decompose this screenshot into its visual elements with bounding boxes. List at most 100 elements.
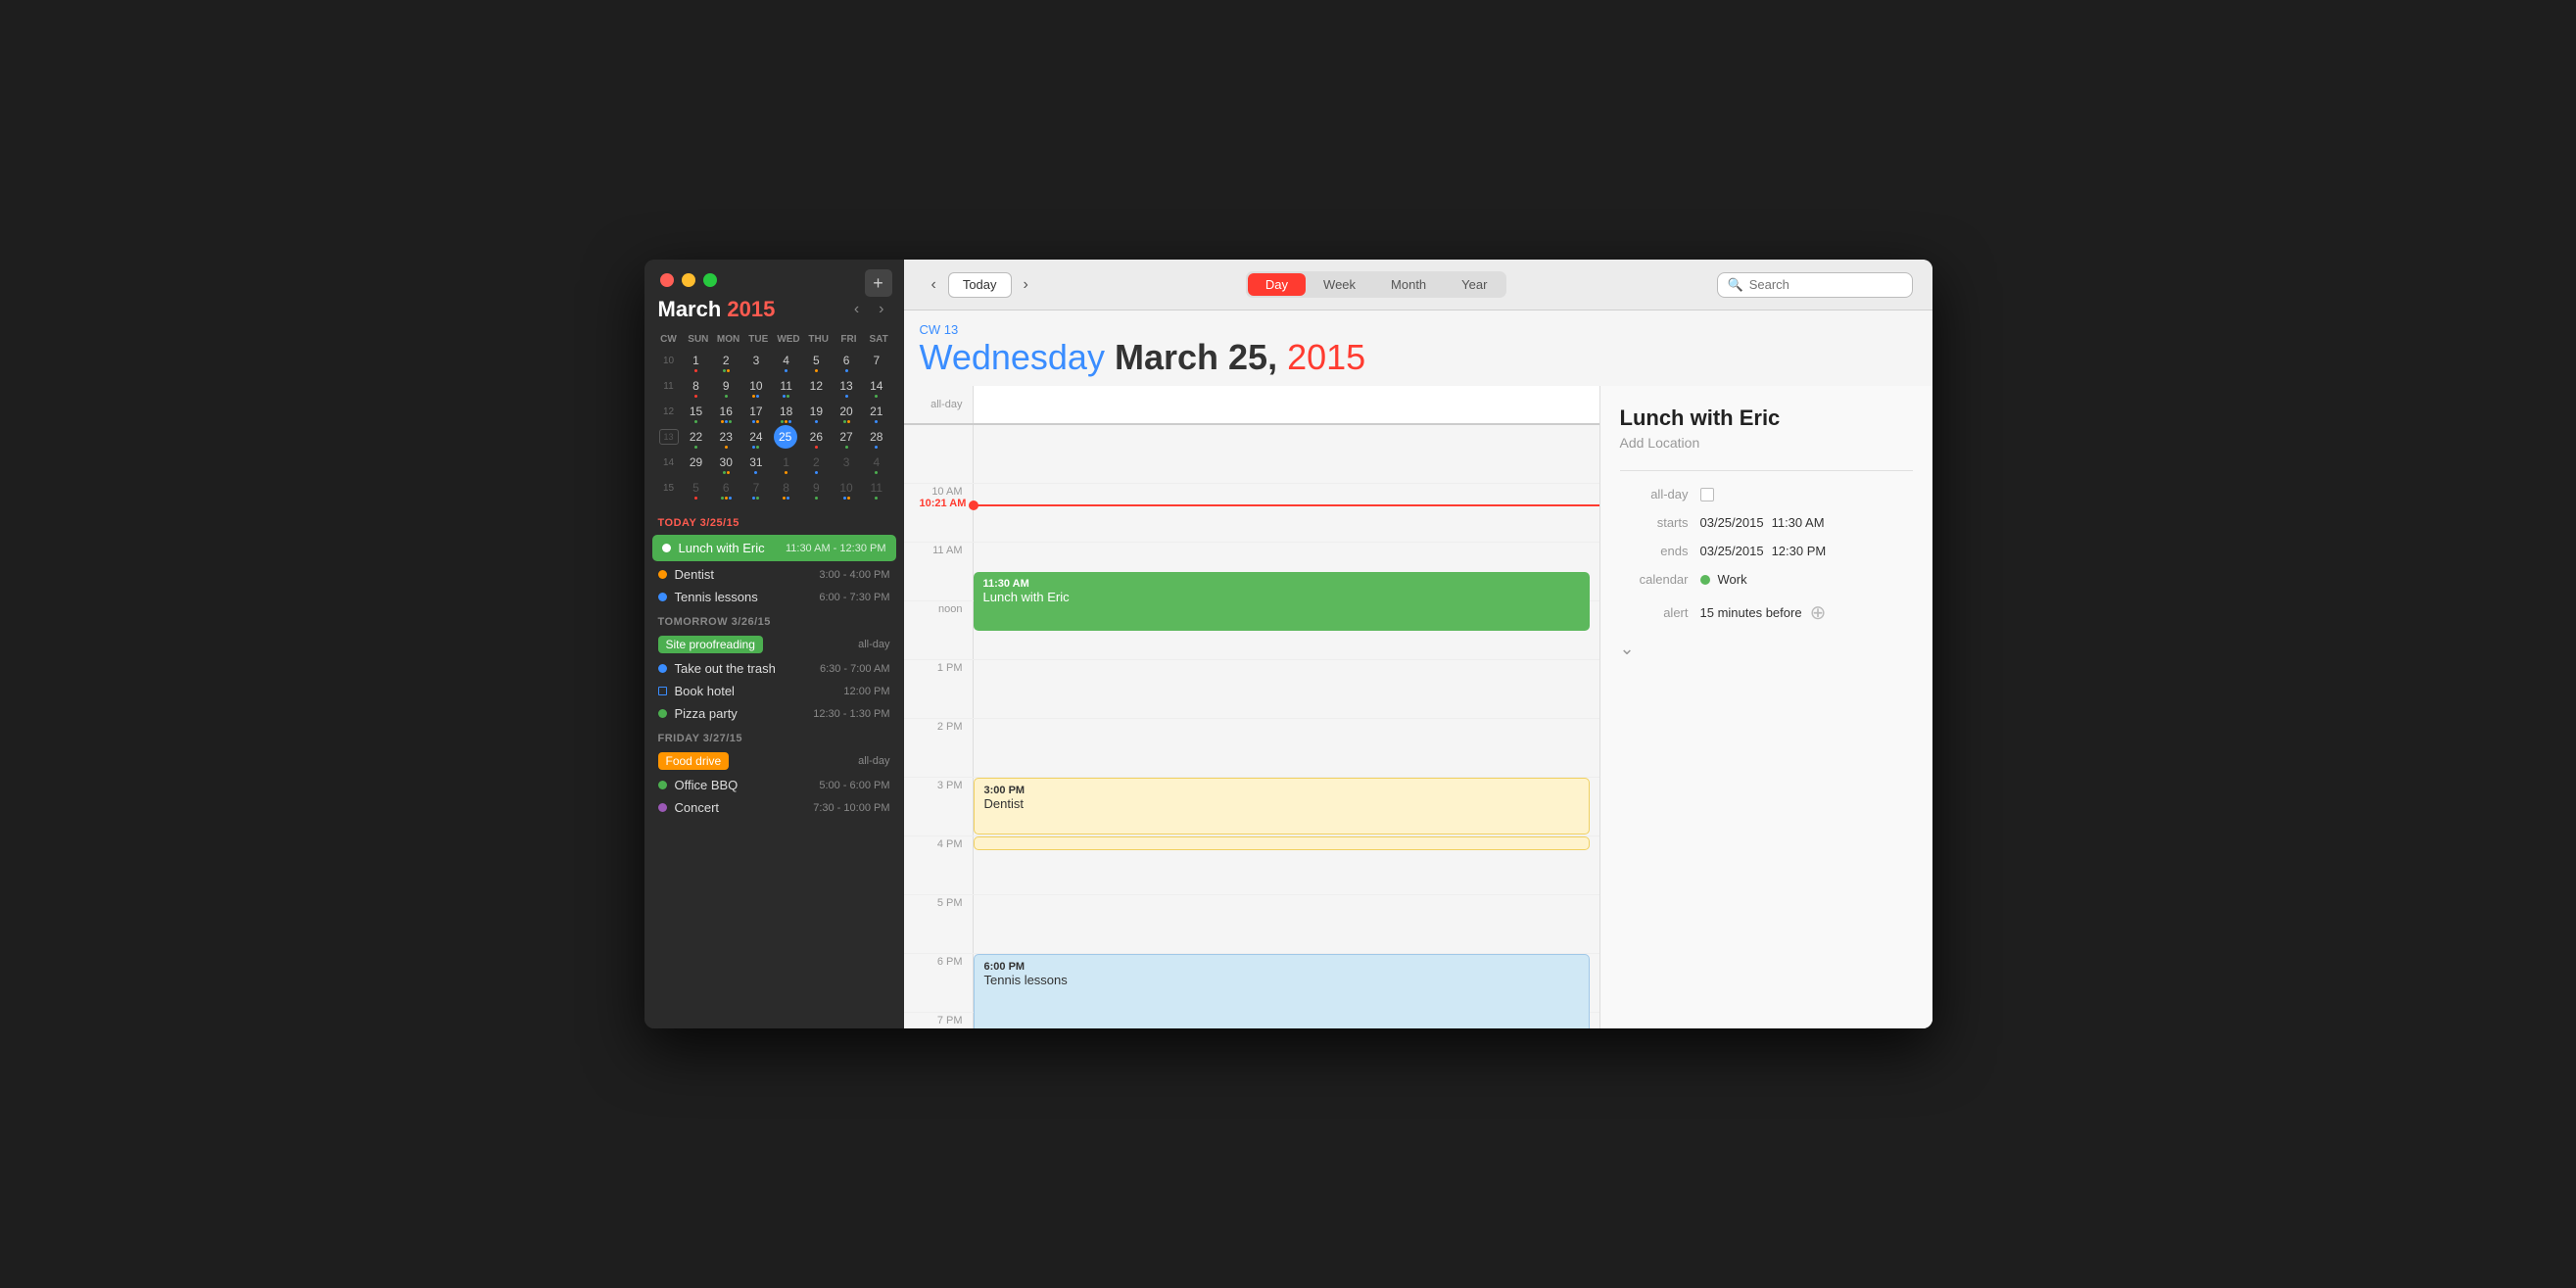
event-lunch-cont[interactable] [974,601,1590,631]
mini-cal-day-selected[interactable]: 25 [774,425,797,449]
search-box[interactable]: 🔍 [1717,272,1913,298]
mini-cal-day[interactable]: 4 [774,349,799,372]
minimize-button[interactable] [682,273,695,287]
mini-cal-day[interactable]: 29 [684,451,709,474]
prev-month-button[interactable]: ‹ [848,299,865,320]
time-row-area [973,425,1599,483]
tab-month[interactable]: Month [1373,273,1444,296]
mini-cal-day[interactable]: 2 [803,451,829,474]
time-row-3pm: 3 PM 3:00 PM Dentist [904,778,1599,836]
event-dot [658,570,667,579]
mini-cal-day[interactable]: 18 [774,400,799,423]
detail-allday-checkbox[interactable] [1700,488,1714,501]
event-tennis-cal[interactable]: 6:00 PM Tennis lessons [974,954,1590,1028]
mini-cal-day[interactable]: 12 [803,374,829,398]
event-dot [658,709,667,718]
time-row-6pm: 6 PM 6:00 PM Tennis lessons [904,954,1599,1013]
event-concert[interactable]: Concert 7:30 - 10:00 PM [644,796,904,819]
time-row-area: 3:00 PM Dentist [973,778,1599,835]
mini-cal-day[interactable]: 28 [864,425,889,449]
mini-cal-day[interactable]: 8 [684,374,709,398]
mini-cal-day[interactable]: 1 [684,349,709,372]
mini-cal-day[interactable]: 20 [834,400,859,423]
event-dentist-cal[interactable]: 3:00 PM Dentist [974,778,1590,835]
mini-cal-day[interactable]: 11 [774,374,799,398]
event-badge-orange: Food drive [658,752,730,770]
next-month-button[interactable]: › [873,299,889,320]
time-grid-container: all-day 10 AM [904,386,1599,1028]
mini-cal-day[interactable]: 6 [713,476,739,500]
next-day-button[interactable]: › [1016,272,1036,298]
mini-cal-day[interactable]: 14 [864,374,889,398]
allday-area [973,386,1599,423]
detail-location[interactable]: Add Location [1620,435,1913,451]
today-button[interactable]: Today [948,272,1012,298]
mini-cal-day[interactable]: 9 [713,374,739,398]
event-office-bbq[interactable]: Office BBQ 5:00 - 6:00 PM [644,774,904,796]
tomorrow-section-header: TOMORROW 3/26/15 [644,608,904,632]
mini-cal-day[interactable]: 9 [803,476,829,500]
event-site-proofreading[interactable]: Site proofreading all-day [644,632,904,657]
add-event-button[interactable]: + [865,269,892,297]
time-grid-scroll[interactable]: 10 AM 10:21 AM 11 AM [904,425,1599,1028]
mini-cal-day[interactable]: 23 [713,425,739,449]
mini-cal-day[interactable]: 2 [713,349,739,372]
mini-cal-day[interactable]: 7 [864,349,889,372]
mini-cal-day[interactable]: 22 [684,425,709,449]
event-lunch-with-eric[interactable]: Lunch with Eric 11:30 AM - 12:30 PM [652,535,896,561]
event-take-trash[interactable]: Take out the trash 6:30 - 7:00 AM [644,657,904,680]
mini-cal-day[interactable]: 24 [743,425,769,449]
mini-cal-day[interactable]: 3 [743,349,769,372]
mini-cal-day[interactable]: 11 [864,476,889,500]
mini-cal-day[interactable]: 5 [803,349,829,372]
prev-day-button[interactable]: ‹ [924,272,944,298]
mini-cal-day[interactable]: 4 [864,451,889,474]
tab-day[interactable]: Day [1248,273,1306,296]
mini-cal-day[interactable]: 6 [834,349,859,372]
event-tennis-lessons[interactable]: Tennis lessons 6:00 - 7:30 PM [644,586,904,608]
allday-section: all-day [904,386,1599,425]
tab-year[interactable]: Year [1444,273,1504,296]
mini-cal-day[interactable]: 27 [834,425,859,449]
allday-label: all-day [904,386,973,423]
maximize-button[interactable] [703,273,717,287]
search-icon: 🔍 [1728,277,1743,293]
mini-cal-day[interactable]: 21 [864,400,889,423]
event-badge: Site proofreading [658,636,763,653]
mini-cal-nav: ‹ › [848,299,890,320]
mini-cal-day[interactable]: 10 [743,374,769,398]
tab-week[interactable]: Week [1306,273,1373,296]
event-pizza-party[interactable]: Pizza party 12:30 - 1:30 PM [644,702,904,725]
close-button[interactable] [660,273,674,287]
time-row-1pm: 1 PM [904,660,1599,719]
calendar-dot [1700,575,1710,585]
mini-cal-day[interactable]: 16 [713,400,739,423]
mini-cal-day[interactable]: 1 [774,451,799,474]
mini-cal-day[interactable]: 7 [743,476,769,500]
time-row-4pm: 4 PM [904,836,1599,895]
mini-cal-day[interactable]: 13 [834,374,859,398]
mini-cal-day[interactable]: 31 [743,451,769,474]
toolbar: ‹ Today › Day Week Month Year 🔍 [904,260,1932,310]
mini-cal-day[interactable]: 10 [834,476,859,500]
event-book-hotel[interactable]: Book hotel 12:00 PM [644,680,904,702]
friday-section-header: FRIDAY 3/27/15 [644,725,904,748]
event-dentist[interactable]: Dentist 3:00 - 4:00 PM [644,563,904,586]
time-row-2pm: 2 PM [904,719,1599,778]
mini-cal-day[interactable]: 30 [713,451,739,474]
mini-cal-day[interactable]: 5 [684,476,709,500]
detail-alert-field: alert 15 minutes before ⊕ [1620,600,1913,625]
add-alert-button[interactable]: ⊕ [1810,600,1827,625]
main-content: ‹ Today › Day Week Month Year 🔍 CW 13 We… [904,260,1932,1028]
mini-cal-day[interactable]: 8 [774,476,799,500]
mini-cal-day[interactable]: 17 [743,400,769,423]
mini-cal-day[interactable]: 3 [834,451,859,474]
mini-cal-day[interactable]: 19 [803,400,829,423]
detail-calendar-field: calendar Work [1620,572,1913,587]
mini-cal-day[interactable]: 26 [803,425,829,449]
event-food-drive[interactable]: Food drive all-day [644,748,904,774]
expand-button[interactable]: ⌄ [1620,639,1913,659]
mini-cal-day[interactable]: 15 [684,400,709,423]
time-row-area [973,719,1599,777]
search-input[interactable] [1749,277,1902,292]
